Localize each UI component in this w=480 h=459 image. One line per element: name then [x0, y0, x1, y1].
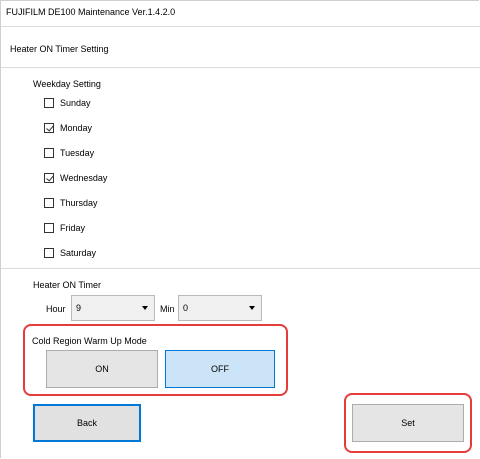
checkbox-checked-icon[interactable] — [44, 173, 54, 183]
hour-select[interactable]: 9 — [71, 295, 155, 321]
checkbox-label: Sunday — [60, 98, 91, 108]
checkbox-friday[interactable]: Friday — [44, 221, 85, 235]
dropdown-arrow-icon[interactable] — [142, 306, 148, 310]
min-select[interactable]: 0 — [178, 295, 262, 321]
min-label: Min — [160, 304, 175, 314]
checkbox-icon[interactable] — [44, 98, 54, 108]
min-value: 0 — [183, 303, 189, 313]
checkbox-monday[interactable]: Monday — [44, 121, 92, 135]
cold-region-off-button[interactable]: OFF — [165, 350, 275, 388]
cold-region-label: Cold Region Warm Up Mode — [32, 336, 147, 346]
checkbox-saturday[interactable]: Saturday — [44, 246, 96, 260]
title-bar: FUJIFILM DE100 Maintenance Ver.1.4.2.0 — [0, 0, 480, 26]
back-button-label: Back — [76, 418, 97, 428]
cold-region-on-button[interactable]: ON — [46, 350, 158, 388]
set-button-label: Set — [401, 418, 415, 428]
checkbox-icon[interactable] — [44, 248, 54, 258]
page-title: Heater ON Timer Setting — [10, 44, 109, 54]
checkbox-label: Friday — [60, 223, 86, 233]
hour-value: 9 — [76, 303, 82, 313]
back-button[interactable]: Back — [33, 404, 141, 442]
checkbox-label: Wednesday — [60, 173, 108, 183]
window-title: FUJIFILM DE100 Maintenance Ver.1.4.2.0 — [6, 7, 176, 17]
checkbox-icon[interactable] — [44, 223, 54, 233]
checkbox-tuesday[interactable]: Tuesday — [44, 146, 94, 160]
checkbox-wednesday[interactable]: Wednesday — [44, 171, 107, 185]
checkbox-label: Monday — [60, 123, 93, 133]
divider — [0, 268, 480, 269]
weekday-setting-label: Weekday Setting — [33, 79, 101, 89]
checkbox-label: Tuesday — [60, 148, 95, 158]
divider — [0, 67, 480, 68]
checkbox-label: Saturday — [60, 248, 97, 258]
heater-timer-label: Heater ON Timer — [33, 280, 102, 290]
dropdown-arrow-icon[interactable] — [249, 306, 255, 310]
divider — [0, 26, 480, 27]
checkbox-checked-icon[interactable] — [44, 123, 54, 133]
set-button[interactable]: Set — [352, 404, 464, 442]
on-button-label: ON — [95, 364, 109, 374]
hour-label: Hour — [46, 304, 66, 314]
checkbox-sunday[interactable]: Sunday — [44, 96, 91, 110]
checkbox-icon[interactable] — [44, 148, 54, 158]
checkbox-label: Thursday — [60, 198, 98, 208]
checkbox-thursday[interactable]: Thursday — [44, 196, 98, 210]
checkbox-icon[interactable] — [44, 198, 54, 208]
off-button-label: OFF — [211, 364, 229, 374]
